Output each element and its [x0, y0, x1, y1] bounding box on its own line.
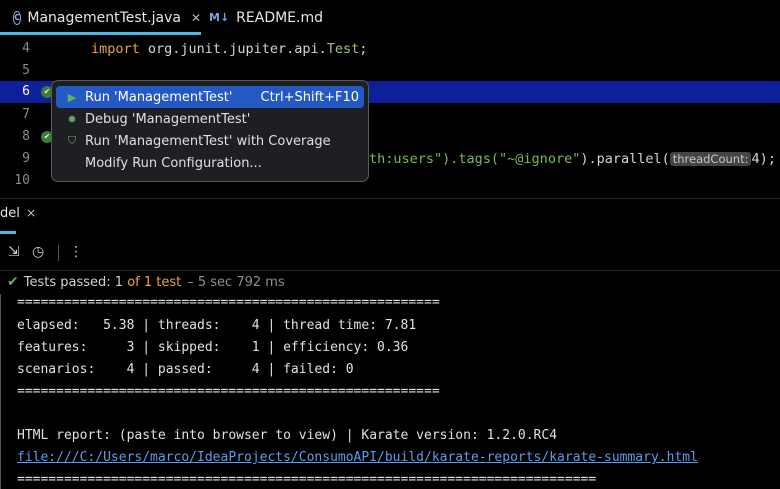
- line-number: 9: [22, 151, 30, 166]
- passed-count: 1: [114, 274, 124, 290]
- editor-tab-bar: C ManagementTest.java ✕ M↓ README.md: [0, 0, 780, 35]
- more-options-icon[interactable]: ⋮: [69, 244, 83, 260]
- console-rule: ========================================…: [17, 384, 440, 399]
- active-tab-indicator: [0, 231, 16, 234]
- menu-item-debug[interactable]: ✹ Debug 'ManagementTest': [56, 108, 364, 130]
- line-number: 4: [22, 41, 30, 56]
- markdown-icon: M↓: [209, 11, 230, 24]
- console-line: elapsed: 5.38 | threads: 4 | thread time…: [17, 318, 417, 333]
- passed-check-icon: ✔: [7, 274, 19, 290]
- editor-line[interactable]: 4 import org.junit.jupiter.api.Test;: [0, 38, 780, 60]
- close-icon[interactable]: ×: [26, 206, 36, 220]
- menu-item-label: Modify Run Configuration...: [85, 155, 262, 171]
- console-line: features: 3 | skipped: 1 | efficiency: 0…: [17, 340, 409, 355]
- test-history-icon[interactable]: ◷: [32, 244, 44, 260]
- status-prefix: Tests passed:: [23, 274, 111, 290]
- menu-item-coverage[interactable]: ⛉ Run 'ManagementTest' with Coverage: [56, 130, 364, 152]
- line-number: 7: [22, 107, 30, 122]
- toolwindow-tab-label[interactable]: del: [0, 206, 20, 221]
- test-duration: – 5 sec 792 ms: [187, 274, 285, 290]
- console-rule: ========================================…: [17, 472, 597, 487]
- export-results-icon[interactable]: ⇲: [8, 244, 20, 260]
- code-text: import org.junit.jupiter.api.Test;: [91, 41, 368, 57]
- line-number: 5: [22, 63, 30, 78]
- editor-line[interactable]: 5: [0, 60, 780, 82]
- close-icon[interactable]: ✕: [191, 11, 201, 25]
- menu-item-label: Debug 'ManagementTest': [85, 111, 251, 127]
- tab-label: README.md: [236, 9, 324, 26]
- line-number: 8: [22, 129, 30, 144]
- menu-item-shortcut: Ctrl+Shift+F10: [260, 89, 359, 105]
- run-context-popup: ▶ Run 'ManagementTest' Ctrl+Shift+F10 ✹ …: [51, 80, 369, 182]
- line-number: 6: [22, 84, 30, 99]
- coverage-icon: ⛉: [67, 134, 77, 147]
- line-number: 10: [14, 173, 30, 188]
- run-toolbar: ⇲ ◷ ⋮: [0, 236, 780, 271]
- java-class-icon: C: [13, 10, 22, 25]
- code-text: th:users").tags("~@ignore").parallel(thr…: [369, 151, 776, 167]
- debug-icon: ✹: [67, 112, 77, 126]
- tab-label: ManagementTest.java: [27, 9, 181, 26]
- test-total: of 1 test: [127, 274, 182, 290]
- test-status: ✔ Tests passed: 1 of 1 test – 5 sec 792 …: [7, 274, 285, 290]
- tab-readme[interactable]: M↓ README.md: [209, 0, 323, 35]
- run-toolwindow-header: del ×: [0, 198, 780, 235]
- inlay-hint: threadCount:: [669, 152, 752, 166]
- console-rule: ========================================…: [17, 295, 440, 310]
- menu-item-label: Run 'ManagementTest' with Coverage: [85, 133, 331, 149]
- console-line: scenarios: 4 | passed: 4 | failed: 0: [17, 362, 354, 377]
- toolbar-divider: [58, 245, 59, 261]
- menu-item-label: Run 'ManagementTest': [85, 89, 233, 105]
- tab-management-test[interactable]: C ManagementTest.java ✕: [0, 0, 201, 35]
- menu-item-modify-config[interactable]: Modify Run Configuration...: [56, 152, 364, 174]
- console-line: HTML report: (paste into browser to view…: [17, 428, 558, 443]
- report-link[interactable]: file:///C:/Users/marco/IdeaProjects/Cons…: [17, 450, 698, 465]
- console-output[interactable]: ========================================…: [0, 294, 780, 489]
- menu-item-run[interactable]: ▶ Run 'ManagementTest' Ctrl+Shift+F10: [56, 86, 364, 108]
- run-icon: ▶: [67, 90, 77, 104]
